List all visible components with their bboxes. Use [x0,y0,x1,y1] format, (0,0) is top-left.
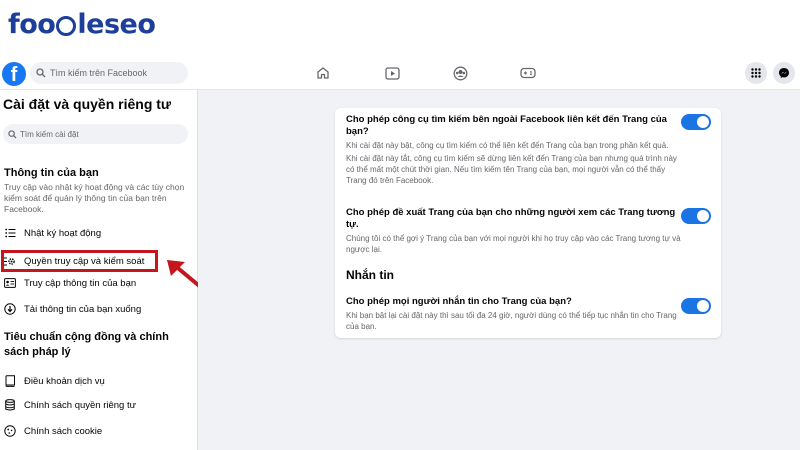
groups-icon[interactable] [451,64,469,82]
facebook-logo[interactable]: f [2,62,26,86]
download-icon [4,303,16,315]
logo-text-part3: seo [103,8,156,40]
sidebar-item-terms-of-service[interactable]: Điều khoản dịch vụ [4,372,194,390]
watch-icon[interactable] [383,64,401,82]
sidebar-item-cookie-policy[interactable]: Chính sách cookie [4,422,194,440]
setting-allow-messages: Cho phép mọi người nhắn tin cho Trang củ… [346,296,681,332]
settings-search[interactable] [3,124,188,144]
logo-text-part2: le [77,8,104,40]
messenger-icon[interactable] [773,62,795,84]
highlight-annotation-box [1,250,158,272]
sidebar-item-label: Điều khoản dịch vụ [24,375,105,387]
settings-sidebar: Cài đặt và quyền riêng tư Thông tin của … [0,90,211,450]
setting-search-engine-link: Cho phép công cụ tìm kiếm bên ngoài Face… [346,114,681,186]
allow-messages-toggle[interactable] [681,298,711,314]
sidebar-item-label: Chính sách cookie [24,425,103,437]
setting-suggest-page: Cho phép đề xuất Trang của bạn cho những… [346,207,681,255]
cookie-icon [4,425,16,437]
book-icon [4,375,16,387]
sidebar-item-label: Nhật ký hoạt động [24,227,102,239]
setting-title: Cho phép công cụ tìm kiếm bên ngoài Face… [346,114,667,137]
settings-main-area: Cho phép công cụ tìm kiếm bên ngoài Face… [198,90,800,450]
setting-description: Khi cài đặt này bật, công cụ tìm kiếm có… [346,141,669,150]
setting-title: Cho phép đề xuất Trang của bạn cho những… [346,207,676,230]
globe-icon [56,16,77,36]
setting-title: Cho phép mọi người nhắn tin cho Trang củ… [346,296,572,307]
foogleseo-logo: foo le seo [8,4,156,44]
search-icon [36,68,46,78]
settings-search-input[interactable] [20,129,170,139]
section-title-community-standards: Tiêu chuẩn cộng đồng và chính sách pháp … [4,331,169,358]
top-navbar: f [0,56,800,90]
suggest-page-toggle[interactable] [681,208,711,224]
page-settings-card: Cho phép công cụ tìm kiếm bên ngoài Face… [335,108,721,338]
list-icon [4,227,16,239]
facebook-search[interactable] [30,62,188,84]
setting-description: Chúng tôi có thể gợi ý Trang của bạn với… [346,234,681,254]
gaming-icon[interactable] [519,64,537,82]
section-desc-your-info: Truy cập vào nhật ký hoạt động và các tù… [4,182,185,214]
section-title-your-info: Thông tin của bạn [4,167,99,179]
home-icon[interactable] [314,64,332,82]
setting-description: Khi bạn bật lại cài đặt này thì sau tối … [346,311,677,331]
search-engine-link-toggle[interactable] [681,114,711,130]
sidebar-item-label: Truy cập thông tin của bạn [24,277,137,289]
sidebar-item-label: Tải thông tin của bạn xuống [24,303,142,315]
logo-text-part1: foo [8,8,56,40]
sidebar-item-activity-log[interactable]: Nhật ký hoạt động [4,224,194,242]
search-icon [8,129,17,139]
screenshot: foo le seo f Tìm kiếm trên Facebook Cài … [0,0,800,450]
menu-grid-icon[interactable] [745,62,767,84]
sidebar-item-label: Chính sách quyền riêng tư [24,399,136,411]
sidebar-item-privacy-policy[interactable]: Chính sách quyền riêng tư [4,396,194,414]
sidebar-item-download-info[interactable]: Tải thông tin của bạn xuống [4,300,194,318]
id-card-icon [4,277,16,289]
sidebar-title: Cài đặt và quyền riêng tư [3,96,172,112]
database-icon [4,399,16,411]
setting-description: Khi cài đặt này tắt, công cụ tìm kiếm sẽ… [346,154,677,185]
facebook-search-input[interactable] [50,68,180,78]
messaging-heading: Nhắn tin [346,268,394,282]
